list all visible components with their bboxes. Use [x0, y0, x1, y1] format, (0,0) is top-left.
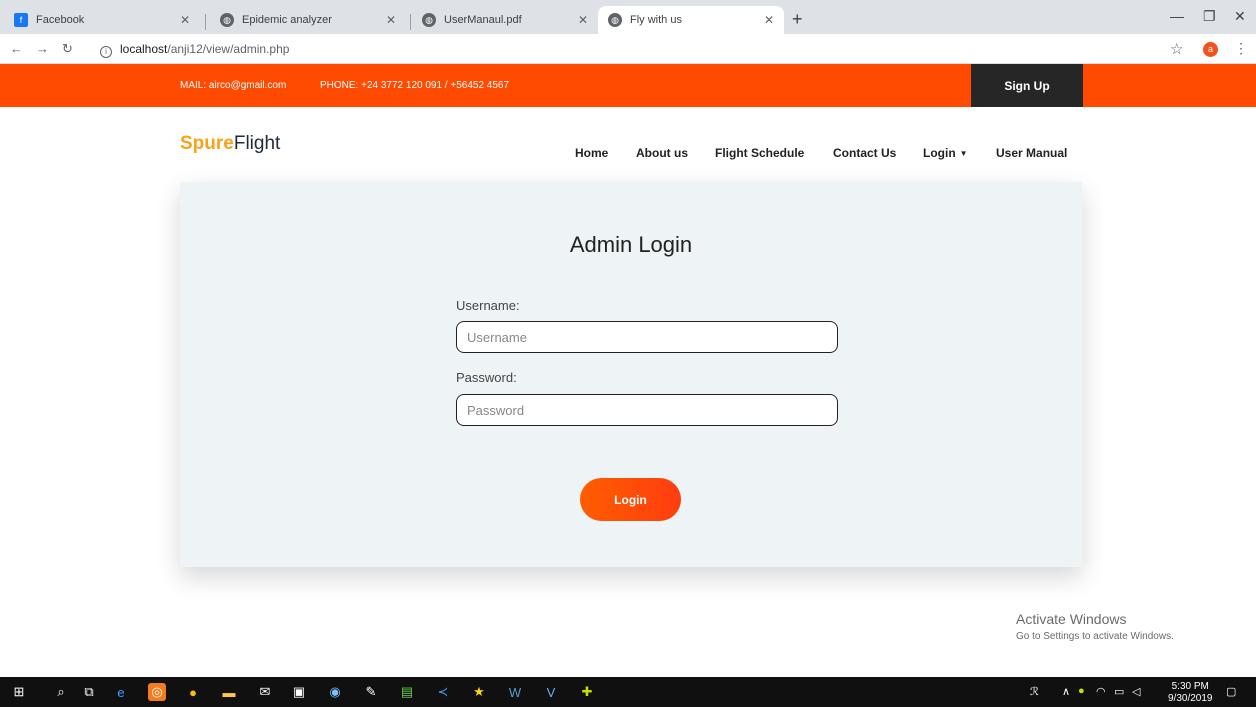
- tab-usermanual-pdf[interactable]: ◍ UserManaul.pdf ✕: [412, 6, 598, 34]
- vscode-icon[interactable]: ≺: [434, 683, 452, 701]
- windows-taskbar: ⊞ ⌕ ⧉ e ◎ ● ▬ ✉ ▣ ◉ ✎ ▤ ≺ ★ W V ✚ ℛ ∧ ● …: [0, 677, 1256, 707]
- username-label: Username:: [456, 298, 520, 313]
- page-title: Admin Login: [569, 232, 693, 257]
- mail-icon[interactable]: ✉: [256, 683, 274, 701]
- password-label: Password:: [456, 370, 517, 385]
- menu-kebab-icon[interactable]: ⋮: [1234, 40, 1248, 57]
- app-feather-icon[interactable]: ✎: [362, 683, 380, 701]
- people-icon[interactable]: ℛ: [1030, 685, 1039, 698]
- globe-icon: ◍: [220, 13, 234, 27]
- close-icon[interactable]: ✕: [764, 13, 774, 27]
- word-icon[interactable]: W: [506, 683, 524, 701]
- app-vs-icon[interactable]: V: [542, 683, 560, 701]
- sign-up-button[interactable]: Sign Up: [971, 64, 1083, 107]
- login-card: Admin Login Username: Password: Login: [180, 182, 1082, 567]
- file-explorer-icon[interactable]: ▬: [220, 683, 238, 701]
- info-icon[interactable]: i: [100, 46, 112, 58]
- tab-title: Fly with us: [630, 14, 682, 26]
- tab-title: UserManaul.pdf: [444, 14, 522, 26]
- login-button[interactable]: Login: [580, 478, 681, 521]
- wifi-icon[interactable]: ◠: [1096, 685, 1106, 698]
- tab-separator: [205, 14, 206, 30]
- nav-flight-schedule[interactable]: Flight Schedule: [715, 146, 804, 160]
- nav-user-manual[interactable]: User Manual: [996, 146, 1067, 160]
- globe-icon: ◍: [608, 13, 622, 27]
- brand-part1: Spure: [180, 133, 234, 154]
- address-bar: ← → ↻ i localhost/anji12/view/admin.php ☆…: [0, 34, 1256, 64]
- new-tab-icon[interactable]: +: [792, 9, 803, 30]
- tab-title: Epidemic analyzer: [242, 14, 332, 26]
- volume-icon[interactable]: ◁: [1132, 685, 1140, 698]
- back-icon[interactable]: ←: [10, 41, 23, 56]
- app-paint-icon[interactable]: ▤: [398, 683, 416, 701]
- watermark-line1: Activate Windows: [1016, 611, 1127, 627]
- top-contact-bar: MAIL: airco@gmail.com PHONE: +24 3772 12…: [0, 64, 1256, 107]
- search-icon[interactable]: ⌕: [52, 683, 70, 701]
- facebook-icon: f: [14, 13, 28, 27]
- nav-home[interactable]: Home: [575, 146, 608, 160]
- notifications-icon[interactable]: ▢: [1226, 685, 1236, 698]
- task-view-icon[interactable]: ⧉: [80, 683, 98, 701]
- chevron-up-icon[interactable]: ∧: [1062, 685, 1070, 698]
- close-icon[interactable]: ✕: [180, 13, 190, 27]
- battery-icon[interactable]: ▭: [1114, 685, 1124, 698]
- app-star-icon[interactable]: ★: [470, 683, 488, 701]
- tab-fly-with-us[interactable]: ◍ Fly with us ✕: [598, 6, 784, 34]
- reload-icon[interactable]: ↻: [62, 41, 73, 57]
- minimize-icon[interactable]: —: [1170, 8, 1184, 24]
- nav-login-label: Login: [923, 146, 956, 160]
- tab-facebook[interactable]: f Facebook ✕: [4, 6, 200, 34]
- chrome-icon[interactable]: ●: [184, 683, 202, 701]
- clock-date: 9/30/2019: [1168, 693, 1213, 704]
- tray-app-icon[interactable]: ●: [1078, 685, 1085, 697]
- url-field[interactable]: i localhost/anji12/view/admin.php: [100, 42, 289, 58]
- watermark-line2: Go to Settings to activate Windows.: [1016, 631, 1174, 642]
- password-input[interactable]: [456, 394, 838, 426]
- taskbar-clock[interactable]: 5:30 PM 9/30/2019: [1168, 681, 1213, 705]
- tab-title: Facebook: [36, 14, 85, 26]
- contact-phone: PHONE: +24 3772 120 091 / +56452 4567: [320, 80, 510, 91]
- app-orange-icon[interactable]: ◎: [148, 683, 166, 701]
- windows-start-icon[interactable]: ⊞: [10, 683, 28, 701]
- activate-windows-watermark: Activate Windows Go to Settings to activ…: [1016, 611, 1174, 642]
- store-icon[interactable]: ▣: [290, 683, 308, 701]
- bookmark-star-icon[interactable]: ☆: [1170, 40, 1183, 58]
- username-input[interactable]: [456, 321, 838, 353]
- app-globe-icon[interactable]: ◉: [326, 683, 344, 701]
- close-icon[interactable]: ✕: [578, 13, 588, 27]
- nav-about-us[interactable]: About us: [636, 146, 688, 160]
- browser-tab-bar: f Facebook ✕ ◍ Epidemic analyzer ✕ ◍ Use…: [0, 0, 1256, 34]
- tab-epidemic-analyzer[interactable]: ◍ Epidemic analyzer ✕: [210, 6, 406, 34]
- nav-login-dropdown[interactable]: Login ▼: [923, 146, 968, 160]
- clock-time: 5:30 PM: [1171, 681, 1209, 692]
- forward-icon[interactable]: →: [36, 41, 49, 56]
- url-host: localhost: [120, 42, 168, 56]
- tab-separator: [410, 14, 411, 30]
- profile-avatar[interactable]: a: [1203, 42, 1218, 57]
- maximize-icon[interactable]: ❐: [1203, 8, 1216, 25]
- brand-logo[interactable]: SpureFlight: [180, 133, 280, 155]
- globe-icon: ◍: [422, 13, 436, 27]
- window-close-icon[interactable]: ✕: [1234, 8, 1246, 25]
- brand-part2: Flight: [233, 133, 281, 154]
- close-icon[interactable]: ✕: [386, 13, 396, 27]
- url-path: /anji12/view/admin.php: [167, 42, 290, 56]
- edge-icon[interactable]: e: [112, 683, 130, 701]
- app-green-icon[interactable]: ✚: [578, 683, 596, 701]
- caret-down-icon: ▼: [959, 149, 968, 158]
- contact-mail: MAIL: airco@gmail.com: [180, 80, 287, 91]
- nav-contact-us[interactable]: Contact Us: [833, 146, 896, 160]
